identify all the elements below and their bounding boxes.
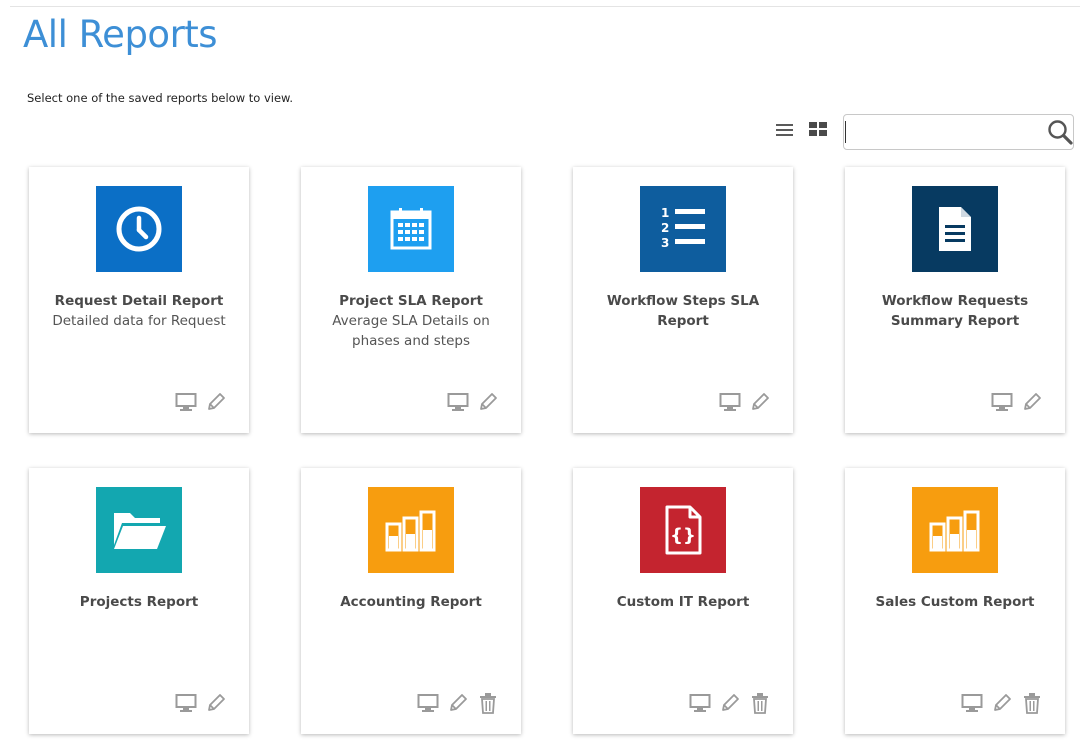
edit-report-button[interactable] — [205, 692, 227, 714]
numbered-list-icon: 1 2 3 — [640, 186, 726, 272]
svg-text:1: 1 — [661, 206, 669, 220]
page-subtitle: Select one of the saved reports below to… — [27, 91, 294, 105]
code-file-icon: {} — [640, 487, 726, 573]
document-icon — [912, 186, 998, 272]
edit-report-button[interactable] — [205, 391, 227, 413]
report-title: Project SLA Report — [339, 293, 483, 309]
pencil-icon — [450, 694, 467, 711]
trash-icon — [1024, 693, 1040, 714]
report-card-workflow-requests-summary[interactable]: Workflow Requests Summary Report — [845, 167, 1065, 433]
search-button[interactable] — [1046, 118, 1074, 146]
report-title: Workflow Steps SLA Report — [606, 293, 760, 329]
pencil-icon — [480, 393, 497, 410]
report-card-workflow-steps-sla[interactable]: 1 2 3 Workflow Steps SLA Report — [573, 167, 793, 433]
view-report-button[interactable] — [689, 692, 711, 714]
view-report-button[interactable] — [719, 391, 741, 413]
report-card-projects[interactable]: Projects Report — [29, 468, 249, 734]
trash-icon — [480, 693, 496, 714]
header-divider — [10, 6, 1080, 7]
pencil-icon — [752, 393, 769, 410]
edit-report-button[interactable] — [719, 692, 741, 714]
view-report-button[interactable] — [417, 692, 439, 714]
view-report-button[interactable] — [961, 692, 983, 714]
delete-report-button[interactable] — [1021, 692, 1043, 714]
report-title: Workflow Requests Summary Report — [881, 293, 1029, 329]
search-box — [843, 114, 1074, 150]
delete-report-button[interactable] — [749, 692, 771, 714]
calendar-icon — [368, 186, 454, 272]
monitor-icon — [175, 694, 197, 712]
monitor-icon — [689, 694, 711, 712]
monitor-icon — [719, 393, 741, 411]
report-card-request-detail[interactable]: Request Detail Report Detailed data for … — [29, 167, 249, 433]
report-title: Accounting Report — [340, 594, 482, 610]
bar-chart-icon — [912, 487, 998, 573]
monitor-icon — [175, 393, 197, 411]
pencil-icon — [1024, 393, 1041, 410]
edit-report-button[interactable] — [477, 391, 499, 413]
clock-icon — [96, 186, 182, 272]
view-report-button[interactable] — [175, 692, 197, 714]
report-description: Average SLA Details on phases and steps — [332, 313, 490, 349]
view-report-button[interactable] — [991, 391, 1013, 413]
text-caret — [845, 121, 846, 143]
monitor-icon — [447, 393, 469, 411]
grid-icon — [809, 122, 827, 136]
view-report-button[interactable] — [447, 391, 469, 413]
report-card-accounting[interactable]: Accounting Report — [301, 468, 521, 734]
edit-report-button[interactable] — [1021, 391, 1043, 413]
search-icon — [1048, 120, 1073, 145]
view-report-button[interactable] — [175, 391, 197, 413]
svg-text:3: 3 — [661, 236, 669, 250]
report-title: Projects Report — [79, 594, 199, 610]
report-title: Custom IT Report — [616, 594, 750, 610]
edit-report-button[interactable] — [991, 692, 1013, 714]
report-title: Sales Custom Report — [875, 594, 1035, 610]
svg-text:2: 2 — [661, 221, 669, 235]
pencil-icon — [208, 694, 225, 711]
report-card-sales-custom[interactable]: Sales Custom Report — [845, 468, 1065, 734]
list-view-button[interactable] — [776, 122, 793, 136]
report-card-custom-it[interactable]: {} Custom IT Report — [573, 468, 793, 734]
svg-text:{}: {} — [670, 525, 696, 546]
pencil-icon — [722, 694, 739, 711]
pencil-icon — [208, 393, 225, 410]
folder-icon — [96, 487, 182, 573]
delete-report-button[interactable] — [477, 692, 499, 714]
report-title: Request Detail Report — [54, 293, 224, 309]
search-input[interactable] — [844, 115, 1040, 149]
report-description: Detailed data for Request — [52, 313, 226, 329]
bar-chart-icon — [368, 487, 454, 573]
grid-view-button[interactable] — [808, 121, 828, 137]
list-icon — [776, 124, 793, 136]
trash-icon — [752, 693, 768, 714]
monitor-icon — [991, 393, 1013, 411]
page-title: All Reports — [23, 13, 218, 56]
monitor-icon — [417, 694, 439, 712]
edit-report-button[interactable] — [749, 391, 771, 413]
pencil-icon — [994, 694, 1011, 711]
monitor-icon — [961, 694, 983, 712]
edit-report-button[interactable] — [447, 692, 469, 714]
report-card-project-sla[interactable]: Project SLA Report Average SLA Details o… — [301, 167, 521, 433]
